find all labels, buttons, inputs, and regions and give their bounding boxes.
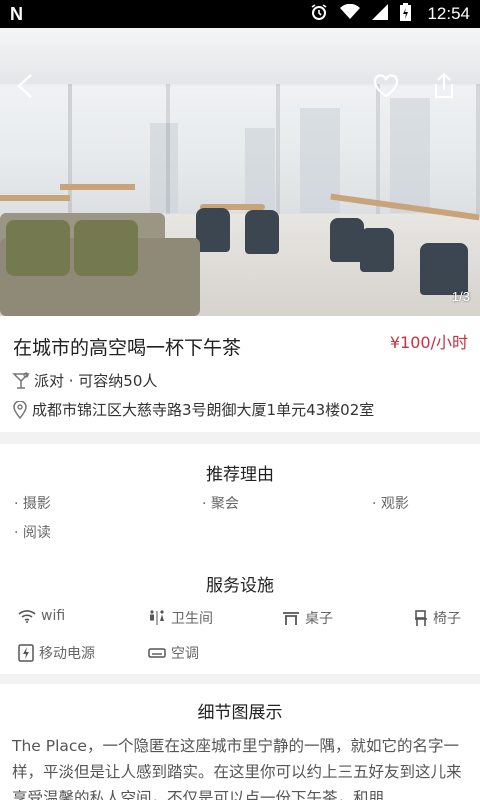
alarm-icon [310, 3, 328, 25]
signal-icon [372, 4, 389, 24]
status-bar: N 12:54 [0, 0, 480, 28]
reason-item: · 阅读 [14, 525, 51, 541]
type-capacity: 派对 · 可容纳50人 [34, 372, 158, 390]
photo-pager: 1/3 [451, 289, 470, 304]
facility-power-bank: 移动电源 [18, 643, 95, 663]
cocktail-icon [12, 371, 30, 389]
reasons-heading: 推荐理由 [206, 465, 274, 485]
favorite-button[interactable] [368, 68, 404, 104]
app-notification-icon: N [10, 3, 23, 24]
status-icons: 12:54 [310, 3, 470, 25]
clock: 12:54 [427, 4, 470, 23]
battery-icon [400, 3, 412, 25]
facility-table: 桌子 [282, 608, 333, 628]
facility-chair: 椅子 [414, 608, 461, 628]
venue-title: 在城市的高空喝一杯下午茶 [13, 337, 242, 359]
back-button[interactable] [8, 68, 44, 104]
share-icon [435, 72, 453, 98]
share-button[interactable] [426, 68, 462, 104]
address-row[interactable]: 成都市锦江区大慈寺路3号朗御大厦1单元43楼02室 [12, 399, 374, 420]
venue-description: The Place，一个隐匿在这座城市里宁静的一隅，就如它的名字一样，平淡但是让… [12, 737, 462, 800]
restroom-icon [150, 610, 164, 625]
reason-item: · 聚会 [202, 496, 239, 512]
heart-icon [373, 74, 399, 98]
power-bank-icon [18, 644, 34, 662]
facility-wifi: wifi [18, 608, 65, 624]
air-conditioner-icon [148, 648, 166, 658]
location-pin-icon [13, 400, 27, 419]
venue-type-row: 派对 · 可容纳50人 [12, 370, 157, 391]
facility-restroom: 卫生间 [148, 608, 213, 628]
details-heading: 细节图展示 [197, 703, 283, 723]
reason-item: · 观影 [372, 496, 409, 512]
wifi-icon [18, 610, 36, 623]
facilities-heading: 服务设施 [206, 576, 274, 596]
address: 成都市锦江区大慈寺路3号朗御大厦1单元43楼02室 [32, 401, 375, 419]
venue-price: ¥100/小时 [389, 333, 468, 352]
chair-icon [415, 610, 427, 626]
table-icon [283, 612, 299, 625]
reason-item: · 摄影 [14, 496, 51, 512]
wifi-status-icon [340, 3, 361, 24]
venue-photo[interactable] [0, 28, 480, 316]
facility-air-conditioner: 空调 [148, 643, 199, 663]
